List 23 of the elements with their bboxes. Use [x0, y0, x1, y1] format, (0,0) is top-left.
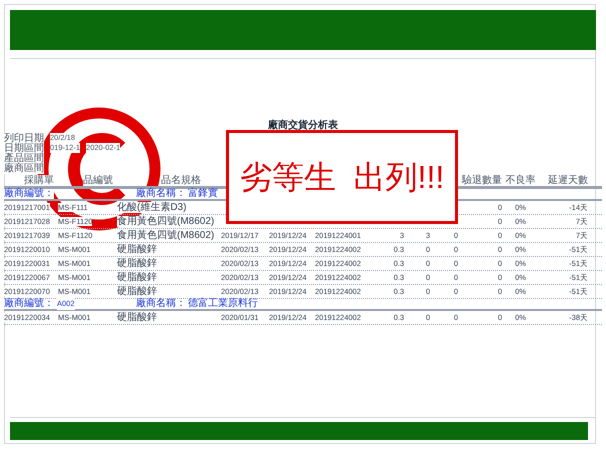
field-label: 日期區間: [4, 143, 44, 154]
vendor-name: 富鋒實: [188, 189, 218, 199]
column-header: 驗退數量: [462, 175, 502, 186]
table-cell: 硬脂酸鋅: [117, 244, 157, 254]
table-cell: 硬脂酸鋅: [117, 272, 157, 282]
vendor-id-label: 廠商編號：: [4, 189, 54, 199]
table-cell: 硬脂酸鋅: [117, 286, 157, 296]
stamp-text: 劣等生 出列!!!: [240, 159, 444, 195]
column-header: 採購單: [24, 175, 54, 186]
table-cell: 化酸(維生素D3): [117, 202, 186, 212]
field-label: 列印日期: [4, 133, 44, 144]
field-label: 產品區間: [4, 153, 44, 164]
column-header: 品編號: [83, 175, 113, 186]
table-cell: 食用黃色四號(M8602): [117, 230, 214, 240]
column-header: 品名規格: [161, 175, 201, 186]
table-cell: 硬脂酸鋅: [117, 312, 157, 322]
report-title: 廠商交貨分析表: [268, 120, 338, 131]
column-header: 延遲天數: [548, 175, 588, 186]
vendor-name: 德富工業原料行: [188, 299, 258, 309]
table-cell: 食用黃色四號(M8602): [117, 216, 214, 226]
field-label: 廠商區間: [4, 163, 44, 174]
column-header: 不良率: [506, 175, 536, 186]
table-cell: 硬脂酸鋅: [117, 258, 157, 268]
